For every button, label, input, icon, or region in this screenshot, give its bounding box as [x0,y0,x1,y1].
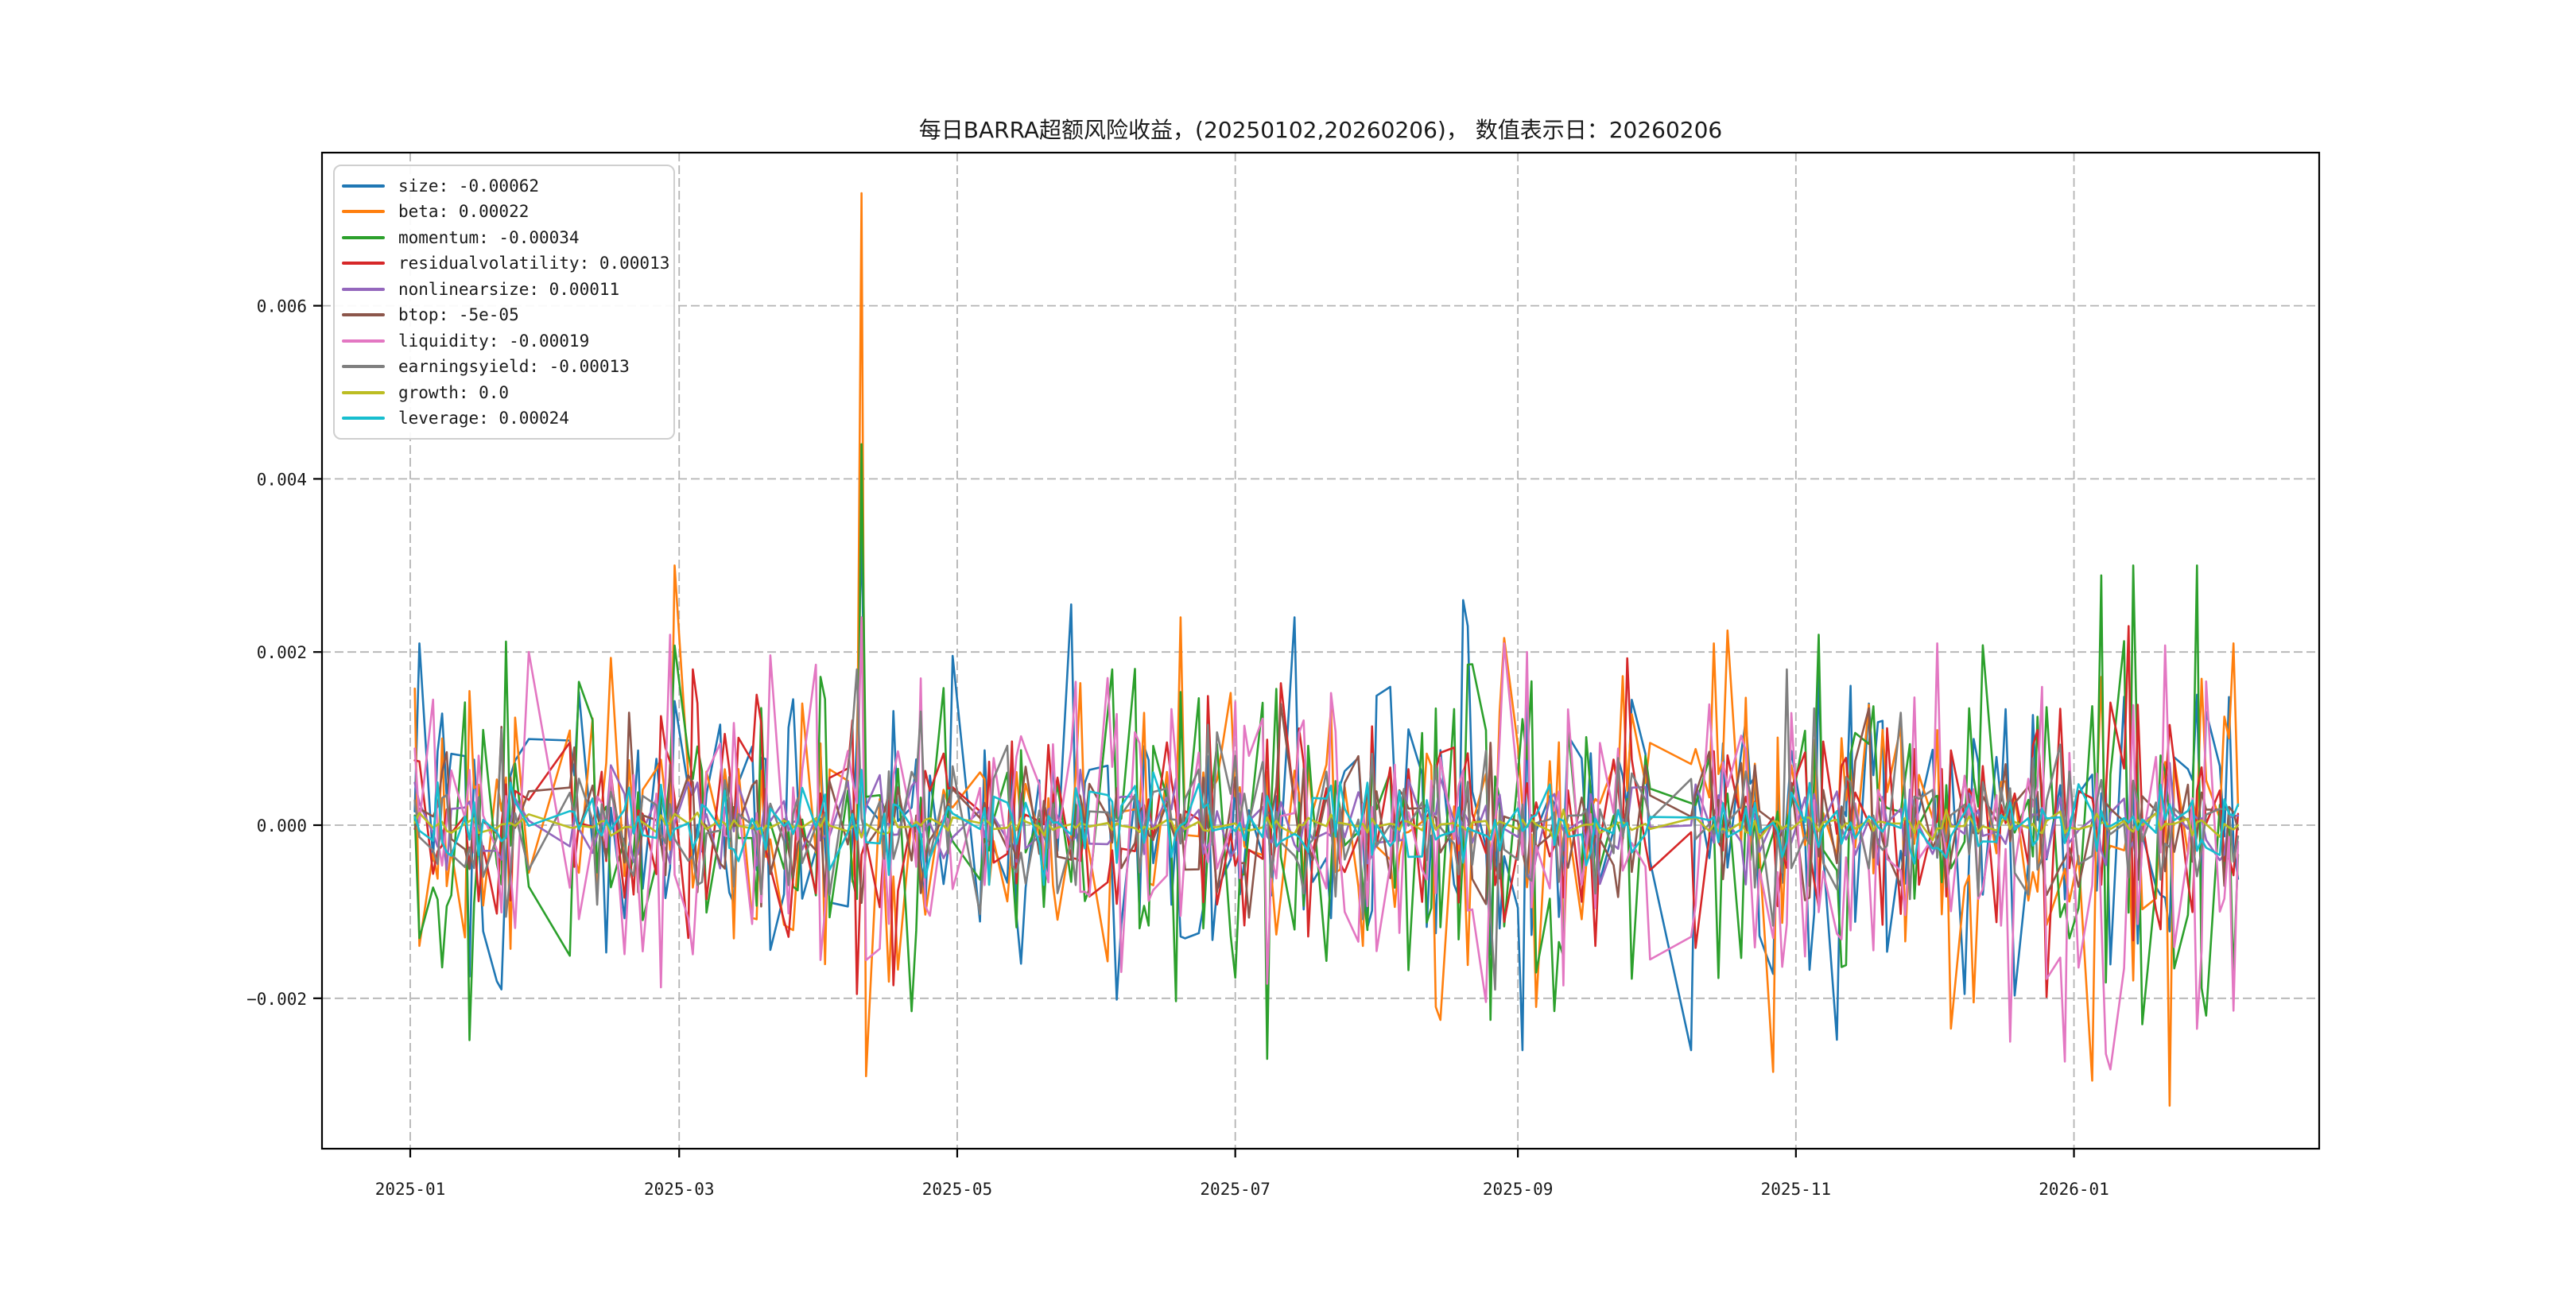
legend: size: -0.00062 beta: 0.00022 momentum: -… [333,165,675,440]
legend-item-leverage: leverage: 0.00024 [342,409,665,428]
legend-item-residualvolatility: residualvolatility: 0.00013 [342,254,669,273]
legend-label: size: -0.00062 [398,176,540,196]
legend-line-sample [342,235,385,239]
x-tick-label: 2025-03 [644,1180,715,1199]
legend-label: nonlinearsize: 0.00011 [398,279,620,299]
legend-label: earningsyield: -0.00013 [398,357,630,377]
legend-line-sample [342,184,385,188]
legend-label: leverage: 0.00024 [398,409,569,428]
y-tick-label: 0.006 [257,297,307,316]
x-tick-label: 2025-01 [375,1180,446,1199]
matplotlib-figure: 2025-01 2025-03 2025-05 2025-07 2025-09 2025-… [0,0,2576,1288]
legend-line-sample [342,339,385,343]
legend-line-sample [342,390,385,394]
y-tick-label: 0.002 [257,643,307,662]
y-tick-label: −0.002 [246,990,307,1009]
legend-line-sample [342,287,385,291]
x-tick-label: 2026-01 [2039,1180,2109,1199]
legend-line-sample [342,210,385,214]
series-lines [413,192,2240,1107]
legend-label: beta: 0.00022 [398,202,530,222]
y-tick-label: 0.000 [257,816,307,835]
legend-line-sample [342,417,385,421]
legend-label: liquidity: -0.00019 [398,331,590,351]
chart-title: 每日BARRA超额风险收益，(20250102,20260206)， 数值表示日… [919,117,1723,143]
legend-label: momentum: -0.00034 [398,227,580,247]
x-tick-label: 2025-09 [1483,1180,1554,1199]
legend-item-btop: btop: -5e-05 [342,305,665,324]
legend-item-momentum: momentum: -0.00034 [342,228,665,247]
x-tick-label: 2025-05 [922,1180,993,1199]
legend-item-beta: beta: 0.00022 [342,202,665,221]
legend-line-sample [342,313,385,317]
legend-label: growth: 0.0 [398,382,510,402]
legend-item-earningsyield: earningsyield: -0.00013 [342,357,665,376]
y-tick-label: 0.004 [257,470,307,489]
legend-item-nonlinearsize: nonlinearsize: 0.00011 [342,280,665,299]
legend-label: btop: -5e-05 [398,305,519,325]
legend-line-sample [342,262,385,266]
legend-line-sample [342,365,385,369]
legend-item-size: size: -0.00062 [342,176,665,196]
legend-item-growth: growth: 0.0 [342,383,665,402]
x-tick-label: 2025-11 [1761,1180,1832,1199]
x-tick-label: 2025-07 [1200,1180,1271,1199]
legend-label: residualvolatility: 0.00013 [398,254,670,273]
legend-item-liquidity: liquidity: -0.00019 [342,331,665,351]
